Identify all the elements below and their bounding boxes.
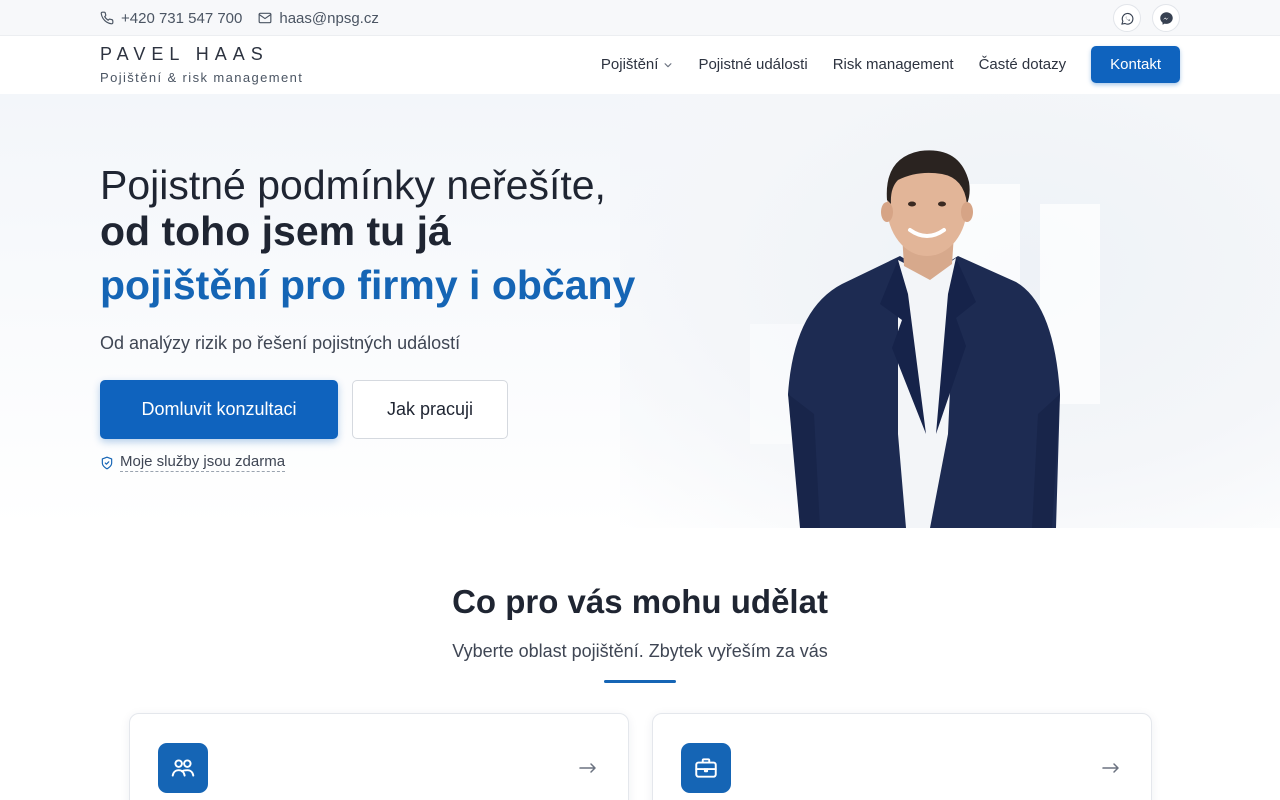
- free-services-note[interactable]: Moje služby jsou zdarma: [100, 453, 286, 472]
- free-services-label: Moje služby jsou zdarma: [120, 453, 286, 472]
- nav-item-risk-management[interactable]: Risk management: [833, 56, 954, 73]
- brand-name[interactable]: PAVEL HAAS: [100, 44, 269, 65]
- hero-title-line-2: od toho jsem tu já: [100, 208, 451, 254]
- contact-info: +420 731 547 700 haas@npsg.cz: [100, 0, 395, 36]
- hero-title-accent: pojištění pro firmy i občany: [100, 262, 636, 308]
- contact-button[interactable]: Kontakt: [1091, 46, 1180, 83]
- messenger-button[interactable]: [1152, 4, 1180, 32]
- whatsapp-button[interactable]: [1113, 4, 1141, 32]
- phone-link[interactable]: +420 731 547 700: [100, 10, 242, 27]
- brand-tagline: Pojištění & risk management: [100, 70, 304, 85]
- arrow-right-icon[interactable]: [578, 758, 598, 778]
- people-icon: [171, 759, 195, 777]
- nav-item-pojisteni[interactable]: Pojištění: [601, 56, 674, 73]
- nav-item-label: Risk management: [832, 56, 954, 73]
- phone-number: +420 731 547 700: [121, 9, 243, 27]
- service-card-icon: [158, 743, 208, 793]
- whatsapp-icon: [1120, 12, 1133, 25]
- email-address: haas@npsg.cz: [279, 9, 379, 27]
- services-title: Co pro vás mohu udělat: [452, 583, 828, 620]
- hero-title-line-1: Pojistné podmínky neřešíte,: [100, 162, 606, 208]
- top-contact-bar: +420 731 547 700 haas@npsg.cz: [0, 0, 1280, 36]
- email-link[interactable]: haas@npsg.cz: [258, 9, 379, 27]
- nav-item-label: Pojistné události: [698, 56, 808, 73]
- messenger-icon: [1159, 11, 1173, 25]
- nav-item-label: Pojištění: [600, 56, 659, 73]
- service-card[interactable]: [129, 713, 629, 800]
- chevron-down-icon: [664, 62, 672, 67]
- social-links: [1102, 4, 1180, 32]
- mail-icon: [258, 12, 272, 24]
- service-card-icon: [681, 743, 731, 793]
- nav-item-caste-dotazy[interactable]: Časté dotazy: [979, 56, 1067, 73]
- nav-item-pojistne-udalosti[interactable]: Pojistné události: [698, 56, 807, 73]
- shield-check-icon: [101, 456, 113, 469]
- hero-subtitle: Od analýzy rizik po řešení pojistných ud…: [100, 333, 461, 353]
- section-divider: [604, 680, 676, 683]
- service-card[interactable]: [652, 713, 1152, 800]
- portrait-photo: [788, 150, 1060, 528]
- nav-item-label: Časté dotazy: [978, 56, 1067, 73]
- services-subtitle: Vyberte oblast pojištění. Zbytek vyřeším…: [452, 641, 828, 661]
- arrow-right-icon[interactable]: [1101, 758, 1121, 778]
- how-i-work-button[interactable]: Jak pracuji: [352, 380, 508, 439]
- phone-icon: [100, 11, 114, 25]
- main-nav: Pojištění Pojistné události Risk managem…: [601, 46, 1180, 83]
- briefcase-icon: [695, 758, 717, 778]
- hero-section: Pojistné podmínky neřešíte, od toho jsem…: [0, 94, 1280, 528]
- site-header: PAVEL HAAS Pojištění & risk management P…: [0, 36, 1280, 94]
- book-consultation-button[interactable]: Domluvit konzultaci: [100, 380, 338, 439]
